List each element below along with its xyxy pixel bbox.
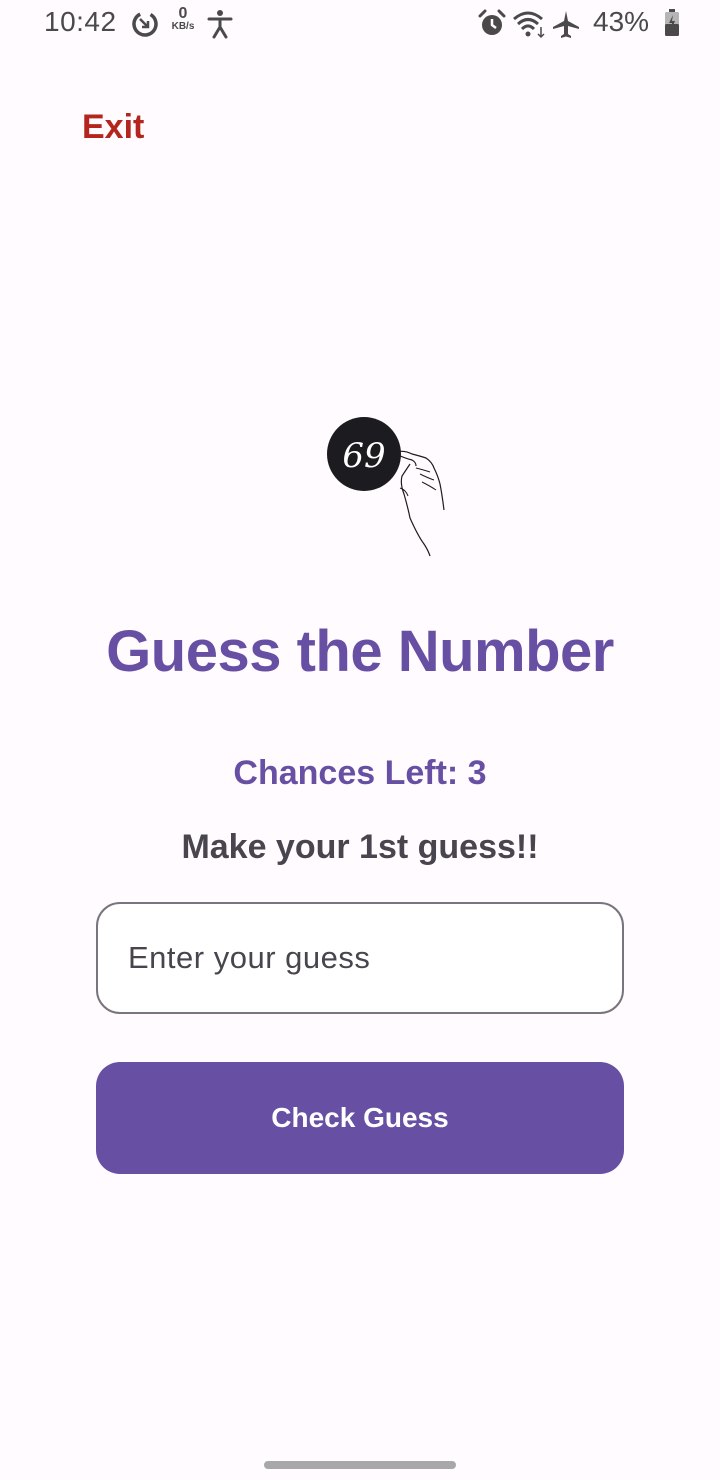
hand-pointing-at-number-logo: 69: [320, 412, 460, 567]
status-bar: 10:42 0 KB/s 43%: [0, 0, 720, 48]
net-speed-indicator: 0 KB/s: [168, 6, 198, 32]
net-speed-unit: KB/s: [171, 21, 195, 32]
logo-number: 69: [342, 436, 385, 476]
check-guess-button-label: Check Guess: [271, 1102, 449, 1133]
check-guess-button[interactable]: Check Guess: [96, 1062, 624, 1174]
gesture-navigation-handle[interactable]: [264, 1461, 456, 1469]
exit-button[interactable]: Exit: [82, 108, 144, 147]
airplane-mode-icon: [552, 9, 580, 44]
battery-percentage: 43%: [593, 6, 650, 37]
chances-left-label: Chances Left: 3: [233, 754, 487, 792]
data-saver-icon: [130, 9, 160, 44]
alarm-icon: [478, 9, 506, 44]
guess-input[interactable]: [128, 904, 588, 1012]
wifi-icon: [512, 9, 548, 44]
guess-input-field[interactable]: [96, 902, 624, 1014]
status-time: 10:42: [44, 6, 117, 37]
battery-charging-icon: [664, 9, 680, 42]
page-title: Guess the Number: [106, 619, 614, 684]
guess-prompt: Make your 1st guess!!: [181, 828, 539, 866]
net-speed-value: 0: [178, 5, 188, 22]
accessibility-icon: [206, 9, 234, 44]
